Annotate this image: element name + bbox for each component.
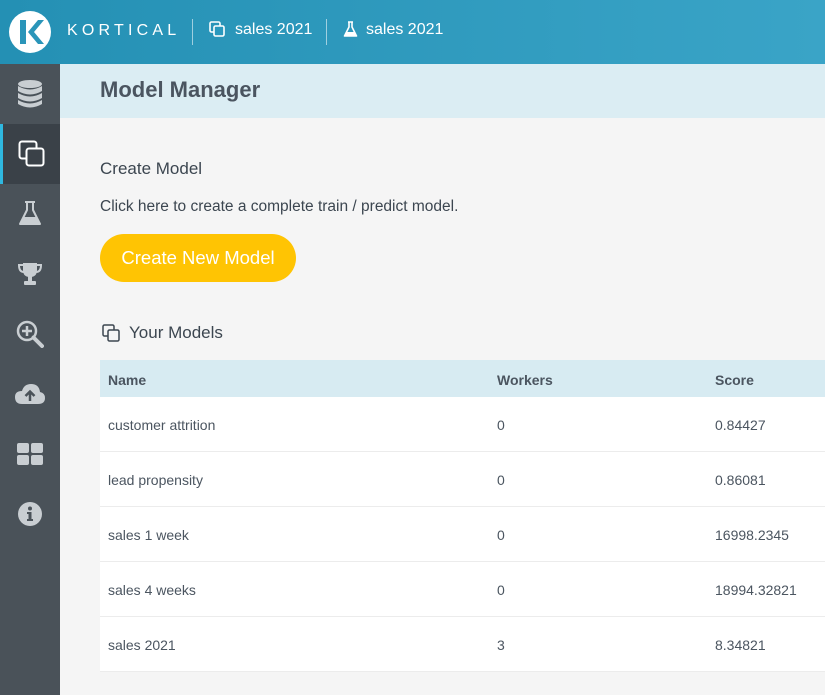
model-name[interactable]: customer attrition <box>108 417 215 433</box>
breadcrumb-model-label: sales 2021 <box>235 21 313 38</box>
cloud-upload-icon <box>15 384 45 404</box>
divider <box>326 19 327 45</box>
table-row[interactable]: sales 4 weeks 0 18994.32821 <box>100 562 825 617</box>
model-score: 8.34821 <box>715 637 766 653</box>
page-header: Model Manager <box>60 64 825 118</box>
breadcrumb-model[interactable]: sales 2021 <box>209 21 312 39</box>
breadcrumb-experiment[interactable]: sales 2021 <box>343 21 443 39</box>
model-workers: 0 <box>497 527 505 543</box>
breadcrumb-experiment-label: sales 2021 <box>366 21 444 38</box>
model-name[interactable]: lead propensity <box>108 472 203 488</box>
table-row[interactable]: sales 2021 3 8.34821 <box>100 617 825 672</box>
table-header: Name Workers Score <box>100 360 825 397</box>
sidebar-item-info[interactable] <box>0 484 60 544</box>
create-new-model-button[interactable]: Create New Model <box>100 234 296 282</box>
flask-icon <box>343 21 358 39</box>
copy-icon <box>102 323 120 342</box>
brand-name: KORTICAL <box>67 22 181 39</box>
info-icon <box>18 502 42 526</box>
top-bar: KORTICAL sales 2021 sales 2021 <box>0 0 825 64</box>
model-workers: 0 <box>497 472 505 488</box>
column-header-workers[interactable]: Workers <box>497 372 553 388</box>
model-name[interactable]: sales 4 weeks <box>108 582 196 598</box>
sidebar-item-apps[interactable] <box>0 424 60 484</box>
column-header-name[interactable]: Name <box>108 372 146 388</box>
trophy-icon <box>17 263 43 285</box>
table-row[interactable]: customer attrition 0 0.84427 <box>100 397 825 452</box>
zoom-in-icon <box>16 320 44 348</box>
sidebar <box>0 64 60 695</box>
models-table: Name Workers Score customer attrition 0 … <box>100 360 825 672</box>
copy-icon <box>209 21 227 39</box>
model-name[interactable]: sales 1 week <box>108 527 189 543</box>
model-workers: 0 <box>497 417 505 433</box>
sidebar-item-explain[interactable] <box>0 304 60 364</box>
sidebar-item-models[interactable] <box>0 124 60 184</box>
model-score: 0.86081 <box>715 472 766 488</box>
model-score: 0.84427 <box>715 417 766 433</box>
flask-icon <box>19 201 41 225</box>
sidebar-item-leaderboard[interactable] <box>0 244 60 304</box>
table-row[interactable]: lead propensity 0 0.86081 <box>100 452 825 507</box>
column-header-score[interactable]: Score <box>715 372 754 388</box>
grid-icon <box>17 443 43 465</box>
your-models-title: Your Models <box>129 323 223 342</box>
page-title: Model Manager <box>100 77 261 102</box>
copy-icon <box>18 140 44 167</box>
model-workers: 0 <box>497 582 505 598</box>
table-row[interactable]: sales 1 week 0 16998.2345 <box>100 507 825 562</box>
database-icon <box>18 80 42 108</box>
divider <box>192 19 193 45</box>
sidebar-item-data[interactable] <box>0 64 60 124</box>
your-models-heading: Your Models <box>102 323 223 343</box>
sidebar-item-deploy[interactable] <box>0 364 60 424</box>
kortical-logo-icon[interactable] <box>9 11 51 53</box>
sidebar-item-experiments[interactable] <box>0 184 60 244</box>
create-model-description: Click here to create a complete train / … <box>100 198 459 215</box>
model-score: 16998.2345 <box>715 527 789 543</box>
create-model-heading: Create Model <box>100 159 203 178</box>
model-workers: 3 <box>497 637 505 653</box>
model-name[interactable]: sales 2021 <box>108 637 176 653</box>
model-score: 18994.32821 <box>715 582 797 598</box>
